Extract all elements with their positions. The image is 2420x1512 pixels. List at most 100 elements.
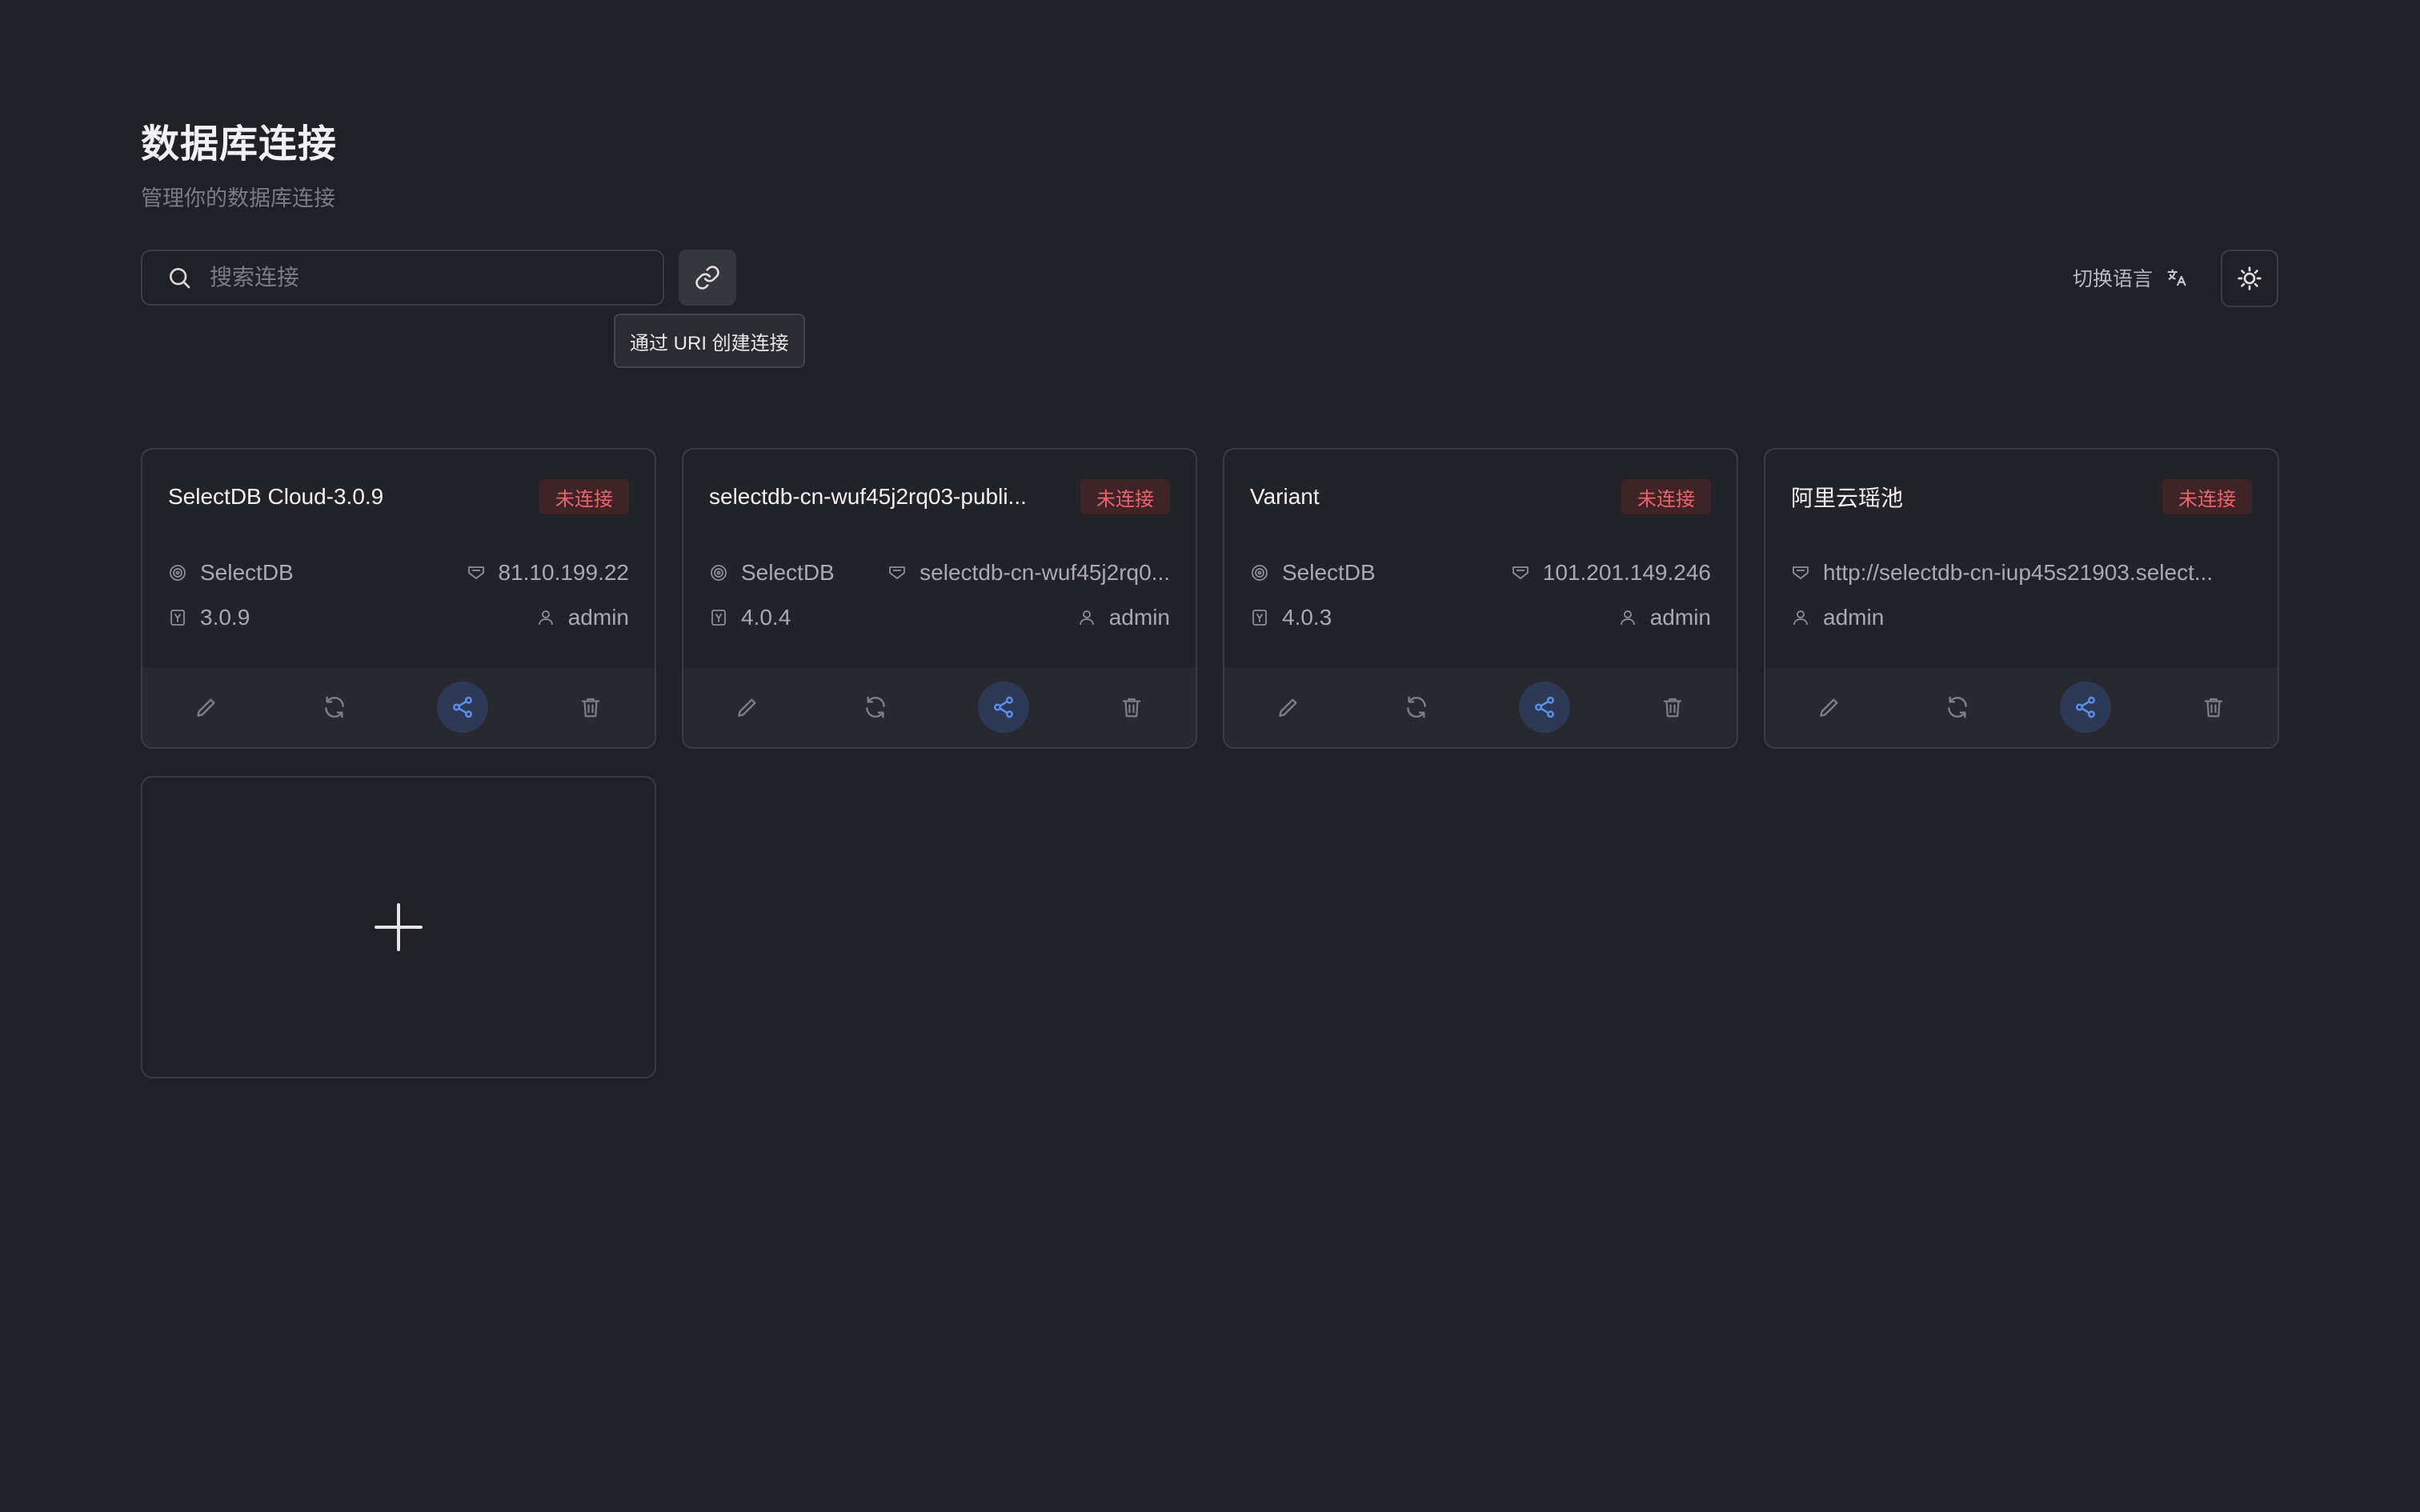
card-row: http://selectdb-cn-iup45s21903.select... xyxy=(1791,557,2252,589)
server-icon xyxy=(1511,563,1530,582)
server-icon xyxy=(1791,563,1810,582)
card-header: selectdb-cn-wuf45j2rq03-publi... 未连接 xyxy=(709,478,1170,515)
version-icon xyxy=(168,608,187,627)
version-icon xyxy=(1250,608,1269,627)
share-icon xyxy=(978,682,1029,733)
refresh-button[interactable] xyxy=(811,667,940,747)
status-badge: 未连接 xyxy=(2162,479,2252,514)
user-icon xyxy=(1618,608,1637,627)
refresh-icon xyxy=(309,682,360,733)
language-switch[interactable]: 切换语言 xyxy=(2073,261,2188,294)
status-badge: 未连接 xyxy=(1080,479,1170,514)
status-badge: 未连接 xyxy=(1621,479,1711,514)
sun-icon xyxy=(2237,266,2262,291)
pencil-icon xyxy=(1263,682,1314,733)
share-icon xyxy=(437,682,488,733)
share-button[interactable] xyxy=(399,667,527,747)
version-icon xyxy=(709,608,728,627)
refresh-button[interactable] xyxy=(270,667,399,747)
db-type: SelectDB xyxy=(1250,560,1376,586)
refresh-button[interactable] xyxy=(1352,667,1480,747)
connection-card[interactable]: selectdb-cn-wuf45j2rq03-publi... 未连接 Sel… xyxy=(682,448,1197,749)
card-row: SelectDB selectdb-cn-wuf45j2rq0... xyxy=(709,557,1170,589)
connection-card[interactable]: Variant 未连接 SelectDB 101.201.149.246 4.0… xyxy=(1223,448,1738,749)
pencil-icon xyxy=(1804,682,1855,733)
search-input[interactable] xyxy=(208,253,663,302)
connection-name: Variant xyxy=(1250,484,1320,509)
card-actions xyxy=(1765,667,2278,747)
card-row: 4.0.4 admin xyxy=(709,602,1170,634)
trash-icon xyxy=(1106,682,1157,733)
delete-button[interactable] xyxy=(527,667,655,747)
card-row: SelectDB 81.10.199.22 xyxy=(168,557,629,589)
card-actions xyxy=(683,667,1196,747)
uri-tooltip: 通过 URI 创建连接 xyxy=(614,314,805,368)
plus-icon xyxy=(373,902,424,953)
share-button[interactable] xyxy=(1480,667,1609,747)
page-subtitle: 管理你的数据库连接 xyxy=(141,186,335,210)
share-button[interactable] xyxy=(2021,667,2150,747)
card-actions xyxy=(142,667,655,747)
card-header: Variant 未连接 xyxy=(1250,478,1711,515)
refresh-button[interactable] xyxy=(1893,667,2021,747)
edit-button[interactable] xyxy=(1765,667,1893,747)
trash-icon xyxy=(2188,682,2239,733)
share-icon xyxy=(2060,682,2111,733)
card-row: 3.0.9 admin xyxy=(168,602,629,634)
database-type-icon xyxy=(1250,563,1269,582)
db-user: admin xyxy=(536,605,629,630)
translate-icon xyxy=(2166,266,2188,289)
share-button[interactable] xyxy=(940,667,1068,747)
add-connection-card[interactable] xyxy=(141,776,656,1078)
refresh-icon xyxy=(1932,682,1983,733)
card-header: 阿里云瑶池 未连接 xyxy=(1791,478,2252,515)
delete-button[interactable] xyxy=(1068,667,1196,747)
user-icon xyxy=(536,608,555,627)
card-row: admin xyxy=(1791,602,2252,634)
db-user: admin xyxy=(1618,605,1711,630)
edit-button[interactable] xyxy=(142,667,270,747)
db-host: selectdb-cn-wuf45j2rq0... xyxy=(887,560,1170,586)
server-icon xyxy=(467,563,486,582)
pencil-icon xyxy=(722,682,773,733)
delete-button[interactable] xyxy=(2150,667,2278,747)
delete-button[interactable] xyxy=(1609,667,1737,747)
card-header: SelectDB Cloud-3.0.9 未连接 xyxy=(168,478,629,515)
card-row: SelectDB 101.201.149.246 xyxy=(1250,557,1711,589)
connection-card[interactable]: 阿里云瑶池 未连接 http://selectdb-cn-iup45s21903… xyxy=(1764,448,2279,749)
theme-toggle-button[interactable] xyxy=(2221,250,2278,307)
user-icon xyxy=(1791,608,1810,627)
page-title: 数据库连接 xyxy=(141,123,338,166)
refresh-icon xyxy=(1391,682,1442,733)
create-from-uri-button[interactable] xyxy=(679,250,736,306)
connection-card[interactable]: SelectDB Cloud-3.0.9 未连接 SelectDB 81.10.… xyxy=(141,448,656,749)
database-type-icon xyxy=(709,563,728,582)
connections-page: 数据库连接 管理你的数据库连接 通过 URI 创建连接 切换语言 SelectD… xyxy=(0,0,2420,1512)
connection-name: 阿里云瑶池 xyxy=(1791,486,1904,510)
db-host: 101.201.149.246 xyxy=(1511,560,1711,586)
share-icon xyxy=(1519,682,1570,733)
edit-button[interactable] xyxy=(683,667,811,747)
trash-icon xyxy=(565,682,616,733)
card-row: 4.0.3 admin xyxy=(1250,602,1711,634)
user-icon xyxy=(1077,608,1096,627)
language-label: 切换语言 xyxy=(2073,268,2154,290)
status-badge: 未连接 xyxy=(539,479,629,514)
edit-button[interactable] xyxy=(1224,667,1352,747)
db-type: SelectDB xyxy=(168,560,294,586)
db-version: 4.0.4 xyxy=(709,605,791,630)
connection-name: SelectDB Cloud-3.0.9 xyxy=(168,484,384,509)
pencil-icon xyxy=(181,682,232,733)
db-host: http://selectdb-cn-iup45s21903.select... xyxy=(1791,560,2213,586)
connection-name: selectdb-cn-wuf45j2rq03-publi... xyxy=(709,484,1027,509)
db-type: SelectDB xyxy=(709,560,835,586)
db-version: 3.0.9 xyxy=(168,605,250,630)
card-actions xyxy=(1224,667,1737,747)
search-box[interactable] xyxy=(141,250,664,306)
search-icon xyxy=(166,265,192,290)
trash-icon xyxy=(1647,682,1698,733)
refresh-icon xyxy=(850,682,901,733)
link-icon xyxy=(694,264,721,291)
database-type-icon xyxy=(168,563,187,582)
db-user: admin xyxy=(1791,605,1884,630)
